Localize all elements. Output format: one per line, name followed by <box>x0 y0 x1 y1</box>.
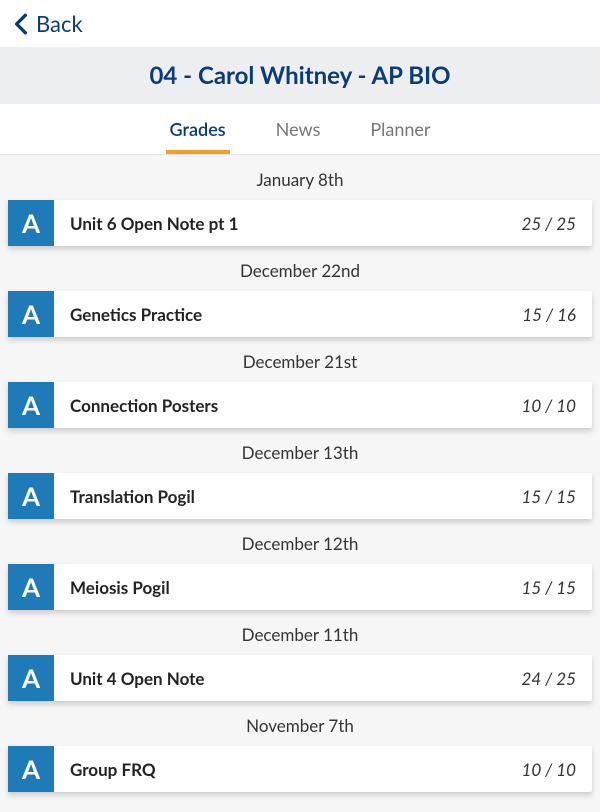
assignment-score: 10 / 10 <box>521 395 576 416</box>
assignment-score: 25 / 25 <box>521 213 576 234</box>
grade-letter-badge: A <box>8 200 54 246</box>
assignment-title: Group FRQ <box>70 759 156 780</box>
grade-letter-badge: A <box>8 564 54 610</box>
assignment-row[interactable]: A Group FRQ 10 / 10 <box>8 746 592 792</box>
tab-news[interactable]: News <box>272 104 325 154</box>
page-title: 04 - Carol Whitney - AP BIO <box>0 47 600 104</box>
assignment-title: Connection Posters <box>70 395 218 416</box>
assignment-score: 10 / 10 <box>521 759 576 780</box>
date-header: December 22nd <box>0 246 600 291</box>
grades-list: January 8thAUnit 6 Open Note pt 125 / 25… <box>0 155 600 812</box>
date-header: November 7th <box>0 701 600 746</box>
date-header: January 8th <box>0 155 600 200</box>
assignment-title: Unit 6 Open Note pt 1 <box>70 213 239 234</box>
assignment-title: Meiosis Pogil <box>70 577 170 598</box>
grade-letter-badge: A <box>8 291 54 337</box>
date-header: December 11th <box>0 610 600 655</box>
assignment-row[interactable]: A Unit 4 Open Note 24 / 25 <box>8 655 592 701</box>
header-row: Back <box>0 0 600 47</box>
grade-letter-badge: A <box>8 655 54 701</box>
assignment-row[interactable]: A Genetics Practice 15 / 16 <box>8 291 592 337</box>
assignment-body: Genetics Practice 15 / 16 <box>54 291 592 337</box>
assignment-row[interactable]: A Translation Pogil 15 / 15 <box>8 473 592 519</box>
assignment-title: Unit 4 Open Note <box>70 668 205 689</box>
assignment-body: Connection Posters 10 / 10 <box>54 382 592 428</box>
date-header: December 21st <box>0 337 600 382</box>
assignment-score: 15 / 15 <box>521 486 576 507</box>
assignment-body: Unit 6 Open Note pt 1 25 / 25 <box>54 200 592 246</box>
assignment-title: Genetics Practice <box>70 304 202 325</box>
tabs: Grades News Planner <box>0 104 600 155</box>
grade-letter-badge: A <box>8 473 54 519</box>
grade-letter-badge: A <box>8 382 54 428</box>
date-header: December 13th <box>0 428 600 473</box>
assignment-body: Group FRQ 10 / 10 <box>54 746 592 792</box>
back-label: Back <box>36 10 83 37</box>
tab-grades[interactable]: Grades <box>166 104 230 154</box>
date-header: December 12th <box>0 519 600 564</box>
assignment-body: Unit 4 Open Note 24 / 25 <box>54 655 592 701</box>
assignment-score: 24 / 25 <box>521 668 576 689</box>
assignment-row[interactable]: A Connection Posters 10 / 10 <box>8 382 592 428</box>
chevron-left-icon <box>14 13 28 35</box>
assignment-body: Translation Pogil 15 / 15 <box>54 473 592 519</box>
assignment-title: Translation Pogil <box>70 486 195 507</box>
assignment-score: 15 / 16 <box>522 304 576 325</box>
grade-letter-badge: A <box>8 746 54 792</box>
assignment-body: Meiosis Pogil 15 / 15 <box>54 564 592 610</box>
back-button[interactable]: Back <box>14 10 83 37</box>
assignment-score: 15 / 15 <box>521 577 576 598</box>
assignment-row[interactable]: A Unit 6 Open Note pt 1 25 / 25 <box>8 200 592 246</box>
assignment-row[interactable]: A Meiosis Pogil 15 / 15 <box>8 564 592 610</box>
tab-planner[interactable]: Planner <box>366 104 434 154</box>
